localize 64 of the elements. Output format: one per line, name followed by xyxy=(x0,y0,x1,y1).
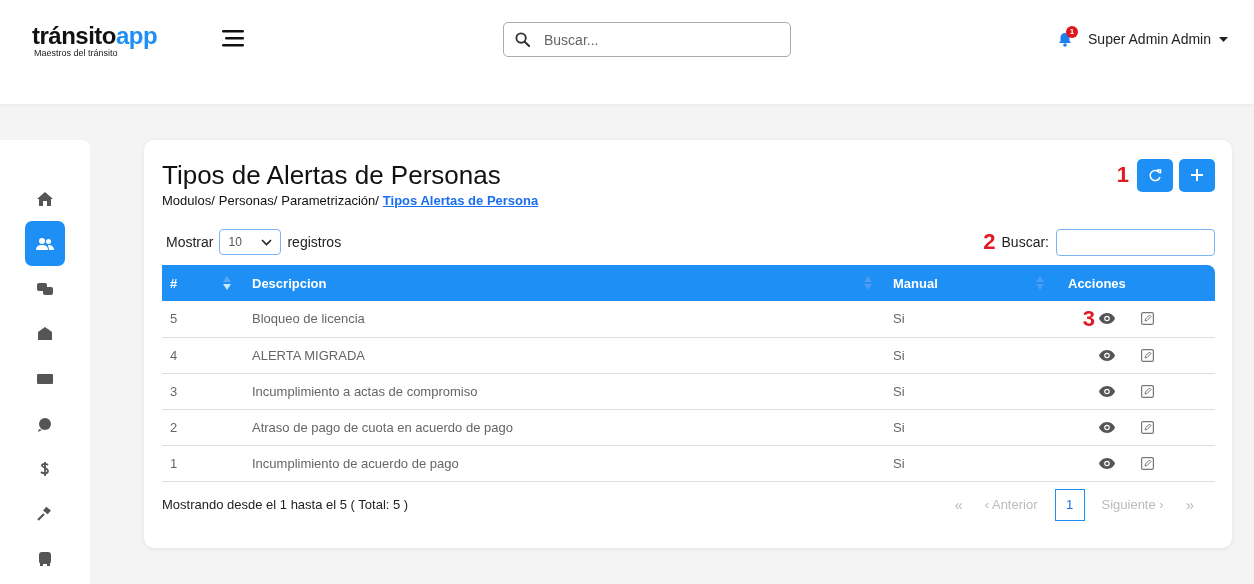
edit-icon[interactable] xyxy=(1141,420,1154,434)
column-header[interactable]: Acciones xyxy=(1068,275,1126,291)
table-cell: Si xyxy=(883,409,1055,445)
table-cell: 2 xyxy=(162,409,242,445)
eye-icon[interactable] xyxy=(1099,313,1115,325)
table-info: Mostrando desde el 1 hasta el 5 ( Total: 5 ) xyxy=(162,497,409,512)
home-icon xyxy=(36,190,54,207)
plus-icon xyxy=(1190,168,1204,182)
show-label: Mostrar xyxy=(166,234,214,250)
edit-icon[interactable] xyxy=(1141,384,1154,398)
eye-icon[interactable] xyxy=(1099,457,1115,469)
table-cell: 3 xyxy=(162,373,242,409)
edit-icon[interactable] xyxy=(1141,312,1154,326)
sort-icon[interactable] xyxy=(222,276,232,290)
table-cell: ALERTA MIGRADA xyxy=(242,337,883,373)
edit-icon[interactable] xyxy=(1141,456,1154,470)
chat-icon xyxy=(36,280,54,297)
edit-icon[interactable] xyxy=(1141,348,1154,362)
column-header[interactable]: Manual xyxy=(893,275,938,291)
annotation-number: 3 xyxy=(1082,307,1095,330)
table-cell: 1 xyxy=(162,445,242,481)
search-label: Buscar: xyxy=(1001,234,1049,250)
sidebar-item[interactable] xyxy=(25,221,65,266)
bell-icon[interactable] xyxy=(1058,31,1073,47)
users-icon xyxy=(36,235,54,252)
page-button[interactable]: 1 xyxy=(1054,488,1085,521)
gavel-icon xyxy=(36,505,54,522)
table-cell: Si xyxy=(883,337,1055,373)
breadcrumb-current[interactable]: Tipos Alertas de Persona xyxy=(382,193,539,208)
user-menu[interactable]: Super Admin Admin xyxy=(1088,31,1228,47)
refresh-icon xyxy=(1148,168,1162,182)
eye-icon[interactable] xyxy=(1099,385,1115,397)
table-cell: Atraso de pago de cuota en acuerdo de pago xyxy=(242,409,883,445)
eye-icon[interactable] xyxy=(1099,421,1115,433)
menu-icon[interactable] xyxy=(222,30,244,47)
search-input[interactable] xyxy=(1056,228,1215,256)
table-cell: Bloqueo de licencia xyxy=(242,301,883,337)
table-cell: 5 xyxy=(162,301,242,337)
annotation-number: 2 xyxy=(983,231,996,253)
caret-icon xyxy=(1219,36,1228,42)
breadcrumb-item[interactable]: Parametrización/ xyxy=(281,193,379,208)
refresh-button[interactable] xyxy=(1137,158,1173,192)
eye-icon[interactable] xyxy=(1099,349,1115,361)
search-icon xyxy=(515,32,530,47)
page-size-select[interactable]: 10 xyxy=(219,229,282,255)
annotation-number: 1 xyxy=(1116,164,1129,186)
column-header[interactable]: # xyxy=(170,275,178,291)
add-button[interactable] xyxy=(1179,158,1215,192)
table-cell: Incumplimiento a actas de compromiso xyxy=(242,373,883,409)
chevron-icon xyxy=(261,238,273,246)
table-cell: 4 xyxy=(162,337,242,373)
notification-badge: 1 xyxy=(1066,25,1079,38)
table-cell: Si xyxy=(883,301,1055,337)
table-cell: Si xyxy=(883,445,1055,481)
column-header[interactable]: Descripcion xyxy=(252,275,327,291)
page-title: Tipos de Alertas de Personas xyxy=(162,159,502,192)
table-cell: Incumplimiento de acuerdo de pago xyxy=(242,445,883,481)
table-cell: Si xyxy=(883,373,1055,409)
breadcrumb-item[interactable]: Personas/ xyxy=(218,193,278,208)
breadcrumb-item[interactable]: Modulos/ xyxy=(162,193,215,208)
search-field[interactable]: Buscar... xyxy=(503,22,791,57)
logo: tránsitoapp Maestros del tránsito xyxy=(32,24,159,58)
records-label: registros xyxy=(287,234,342,250)
bus-icon xyxy=(36,550,54,567)
